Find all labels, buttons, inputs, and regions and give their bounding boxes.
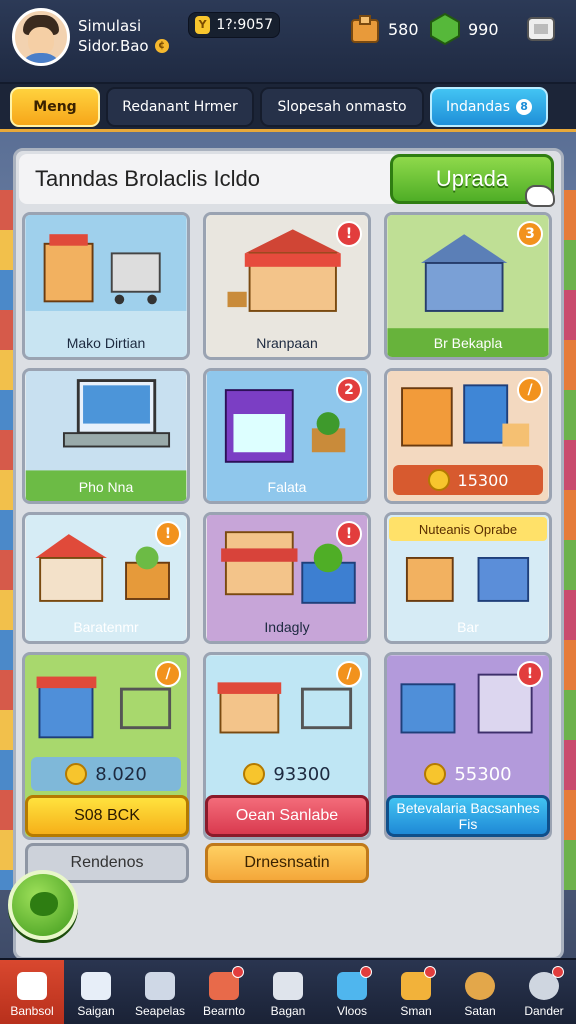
coin-mini-icon: ¢ bbox=[154, 39, 169, 53]
panel-title: Tanndas Brolaclis Icldo bbox=[19, 154, 399, 204]
price-bar: 8.020 bbox=[31, 757, 181, 791]
hand-pointer-icon bbox=[525, 185, 555, 207]
price-value: 55300 bbox=[454, 763, 512, 785]
nav-bagan[interactable]: Bagan bbox=[256, 960, 320, 1024]
alert-badge: ! bbox=[517, 661, 543, 687]
extra-orange-button[interactable]: Drnesnsatin bbox=[205, 843, 369, 883]
nav-home[interactable]: Banbsol bbox=[0, 960, 64, 1024]
box-resource[interactable]: 580 bbox=[348, 12, 419, 46]
box-icon bbox=[351, 15, 379, 43]
card-label: Baratenmr bbox=[73, 619, 139, 635]
notification-dot bbox=[360, 966, 372, 978]
level-badge: ! bbox=[155, 521, 181, 547]
shop-card[interactable]: Mako Dirtian bbox=[22, 212, 190, 360]
notification-dot bbox=[552, 966, 564, 978]
tab-indandas[interactable]: Indandas 8 bbox=[430, 86, 548, 127]
tab-meng[interactable]: Meng bbox=[10, 86, 100, 127]
category-tabs: Meng Redanant Hrmer Slopesah onmasto Ind… bbox=[0, 84, 576, 132]
shop-icon bbox=[145, 972, 175, 1000]
shop-card[interactable]: ! Nranpaan bbox=[203, 212, 371, 360]
shop-card[interactable]: ! Baratenmr bbox=[22, 512, 190, 644]
alert-badge: ! bbox=[336, 221, 362, 247]
promo-banner: Nuteanis Oprabe bbox=[389, 517, 547, 541]
settings-resource[interactable] bbox=[524, 12, 558, 46]
notification-dot bbox=[232, 966, 244, 978]
shop-card[interactable]: ! Indagly bbox=[203, 512, 371, 644]
level-badge: / bbox=[155, 661, 181, 687]
top-bar: Simulasi Sidor.Bao ¢ Y 1?:9057 580 990 bbox=[0, 0, 576, 84]
shop-card[interactable]: 3 Br Bekapla bbox=[384, 212, 552, 360]
tab-restaurant[interactable]: Redanant Hrmer bbox=[106, 86, 254, 127]
nav-sman[interactable]: Sman bbox=[384, 960, 448, 1024]
buy-yellow-button[interactable]: S08 BCK bbox=[25, 795, 189, 837]
alert-badge: ! bbox=[336, 521, 362, 547]
price-bar: 93300 bbox=[212, 757, 362, 791]
tab-badge: 8 bbox=[516, 98, 533, 115]
price-bar: 15300 bbox=[393, 465, 543, 495]
nav-bearnto[interactable]: Bearnto bbox=[192, 960, 256, 1024]
upgrade-button[interactable]: Uprada bbox=[390, 154, 555, 207]
alert-badge: 2 bbox=[336, 377, 362, 403]
coin-icon bbox=[243, 763, 266, 785]
price-bar: 55300 bbox=[393, 757, 543, 791]
shop-card[interactable]: Pho Nna bbox=[22, 368, 190, 504]
box-value: 580 bbox=[388, 19, 419, 39]
nav-saigan[interactable]: Saigan bbox=[64, 960, 128, 1024]
coin-icon bbox=[65, 763, 88, 785]
shop-card[interactable]: 2 Falata bbox=[203, 368, 371, 504]
floating-action-button[interactable] bbox=[8, 870, 78, 940]
price-value: 8.020 bbox=[95, 763, 147, 785]
player-info: Simulasi Sidor.Bao ¢ bbox=[78, 16, 169, 56]
shop-card[interactable]: Nuteanis Oprabe Bar bbox=[384, 512, 552, 644]
card-label: Pho Nna bbox=[78, 479, 134, 495]
creature-icon bbox=[30, 892, 58, 916]
player-subtitle: Sidor.Bao bbox=[78, 37, 149, 55]
price-value: 15300 bbox=[457, 470, 509, 490]
tab-shop[interactable]: Slopesah onmasto bbox=[260, 86, 424, 127]
cash-resource[interactable]: 990 bbox=[428, 12, 499, 46]
coin-icon bbox=[424, 763, 447, 785]
home-icon bbox=[17, 972, 47, 1000]
medal-icon bbox=[465, 972, 495, 1000]
bottom-nav: Banbsol Saigan Seapelas Bearnto Bagan Vl… bbox=[0, 958, 576, 1024]
coin-icon bbox=[427, 469, 450, 491]
coin-icon: Y bbox=[195, 16, 211, 34]
notification-dot bbox=[424, 966, 436, 978]
buy-red-button[interactable]: Oean Sanlabe bbox=[205, 795, 369, 837]
cash-value: 990 bbox=[468, 19, 499, 39]
card-label: Nranpaan bbox=[256, 335, 318, 351]
nav-dander[interactable]: Dander bbox=[512, 960, 576, 1024]
buy-blue-button[interactable]: Betevalaria Bacsanhes Fis bbox=[386, 795, 550, 837]
card-label: Mako Dirtian bbox=[66, 335, 146, 351]
card-label: Bar bbox=[457, 619, 479, 635]
player-avatar[interactable] bbox=[12, 8, 70, 66]
coin-value: 1?:9057 bbox=[216, 17, 273, 33]
card-label: Falata bbox=[267, 479, 307, 495]
scroll-icon bbox=[527, 17, 555, 41]
level-badge: / bbox=[336, 661, 362, 687]
nav-seapelas[interactable]: Seapelas bbox=[128, 960, 192, 1024]
nav-vloos[interactable]: Vloos bbox=[320, 960, 384, 1024]
house-icon bbox=[273, 972, 303, 1000]
nav-satan[interactable]: Satan bbox=[448, 960, 512, 1024]
cash-icon bbox=[430, 12, 460, 46]
card-label: Br Bekapla bbox=[433, 335, 503, 351]
price-value: 93300 bbox=[273, 763, 331, 785]
level-badge: / bbox=[517, 377, 543, 403]
coin-counter[interactable]: Y 1?:9057 bbox=[188, 12, 280, 38]
map-icon bbox=[81, 972, 111, 1000]
player-name: Simulasi bbox=[78, 17, 142, 35]
level-badge: 3 bbox=[517, 221, 543, 247]
shop-card[interactable]: / 15300 bbox=[384, 368, 552, 504]
card-label: Indagly bbox=[264, 619, 310, 635]
